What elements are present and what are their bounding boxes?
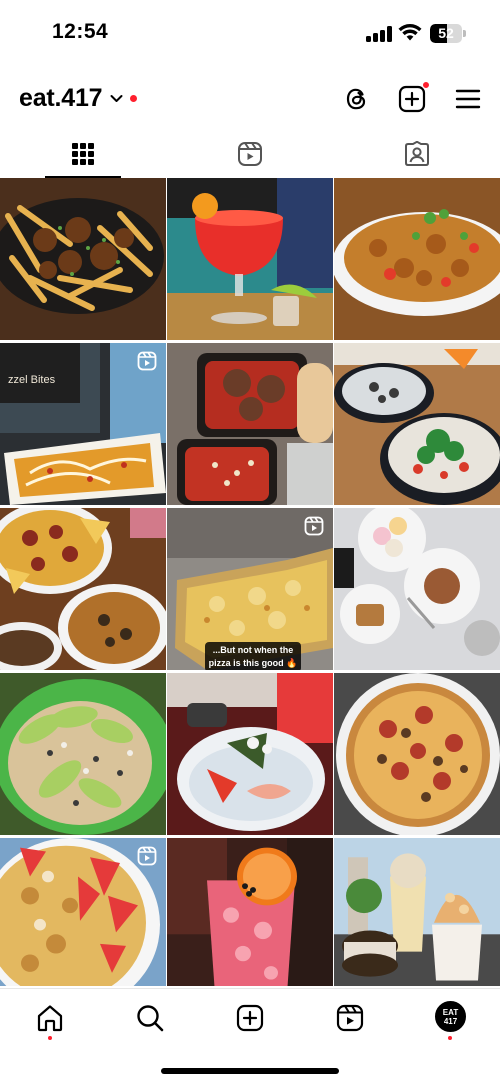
food-photo xyxy=(0,508,166,670)
post-thumbnail[interactable] xyxy=(0,673,166,835)
post-thumbnail[interactable] xyxy=(0,178,166,340)
notification-dot xyxy=(130,95,138,102)
post-thumbnail[interactable] xyxy=(167,673,333,835)
post-thumbnail[interactable] xyxy=(334,343,500,505)
post-thumbnail[interactable] xyxy=(0,508,166,670)
svg-text:zzel Bites: zzel Bites xyxy=(8,374,56,386)
grid-icon xyxy=(72,143,94,165)
post-thumbnail[interactable] xyxy=(167,343,333,505)
food-photo xyxy=(334,838,500,986)
home-indicator xyxy=(161,1068,339,1074)
search-icon[interactable] xyxy=(135,1003,165,1033)
wifi-icon xyxy=(398,24,422,41)
tagged-person-icon xyxy=(405,141,429,166)
reel-badge-icon xyxy=(304,516,324,536)
profile-notification-dot xyxy=(448,1036,452,1040)
battery-level: 52 xyxy=(438,25,454,41)
post-thumbnail[interactable] xyxy=(167,178,333,340)
menu-icon[interactable] xyxy=(454,85,482,113)
drink-photo xyxy=(167,178,333,340)
profile-tabs xyxy=(0,130,500,178)
reel-caption: ...But not when the pizza is this good 🔥 xyxy=(205,642,301,670)
create-post-button[interactable] xyxy=(398,81,430,113)
chevron-down-icon xyxy=(110,95,123,102)
tab-tagged[interactable] xyxy=(334,130,500,178)
food-photo xyxy=(334,178,500,340)
food-photo xyxy=(167,673,333,835)
avatar-text: EAT 417 xyxy=(442,1008,459,1026)
profile-username: eat.417 xyxy=(19,84,103,112)
food-photo xyxy=(0,673,166,835)
reels-icon xyxy=(238,142,262,166)
create-icon[interactable] xyxy=(235,1003,265,1033)
reels-icon[interactable] xyxy=(335,1003,365,1033)
food-photo xyxy=(334,343,500,505)
drink-photo xyxy=(167,838,333,986)
cellular-signal-icon xyxy=(366,26,392,42)
post-thumbnail[interactable]: ...But not when the pizza is this good 🔥 xyxy=(167,508,333,670)
plus-square-icon xyxy=(398,85,426,113)
food-photo xyxy=(334,508,500,670)
post-thumbnail[interactable]: zzel Bites xyxy=(0,343,166,505)
post-thumbnail[interactable] xyxy=(334,508,500,670)
threads-icon[interactable] xyxy=(343,85,371,113)
post-thumbnail[interactable] xyxy=(167,838,333,986)
food-photo xyxy=(167,343,333,505)
post-thumbnail[interactable] xyxy=(334,673,500,835)
posts-grid: zzel Bites ...But not when the pizza is … xyxy=(0,178,500,986)
reel-badge-icon xyxy=(137,846,157,866)
status-bar: 12:54 52 xyxy=(0,0,500,70)
notification-dot xyxy=(422,81,430,89)
tab-posts-grid[interactable] xyxy=(0,130,166,178)
post-thumbnail[interactable] xyxy=(0,838,166,986)
profile-header: eat.417 xyxy=(0,78,500,122)
account-switcher[interactable]: eat.417 xyxy=(19,84,138,113)
battery-icon: 52 xyxy=(430,24,466,43)
food-photo xyxy=(334,673,500,835)
reel-badge-icon xyxy=(137,351,157,371)
post-thumbnail[interactable] xyxy=(334,178,500,340)
post-thumbnail[interactable] xyxy=(334,838,500,986)
food-photo xyxy=(0,178,166,340)
home-icon[interactable] xyxy=(35,1003,65,1033)
profile-avatar[interactable]: EAT 417 xyxy=(435,1001,466,1032)
home-notification-dot xyxy=(48,1036,52,1040)
tab-reels[interactable] xyxy=(167,130,333,178)
status-time: 12:54 xyxy=(52,20,109,43)
